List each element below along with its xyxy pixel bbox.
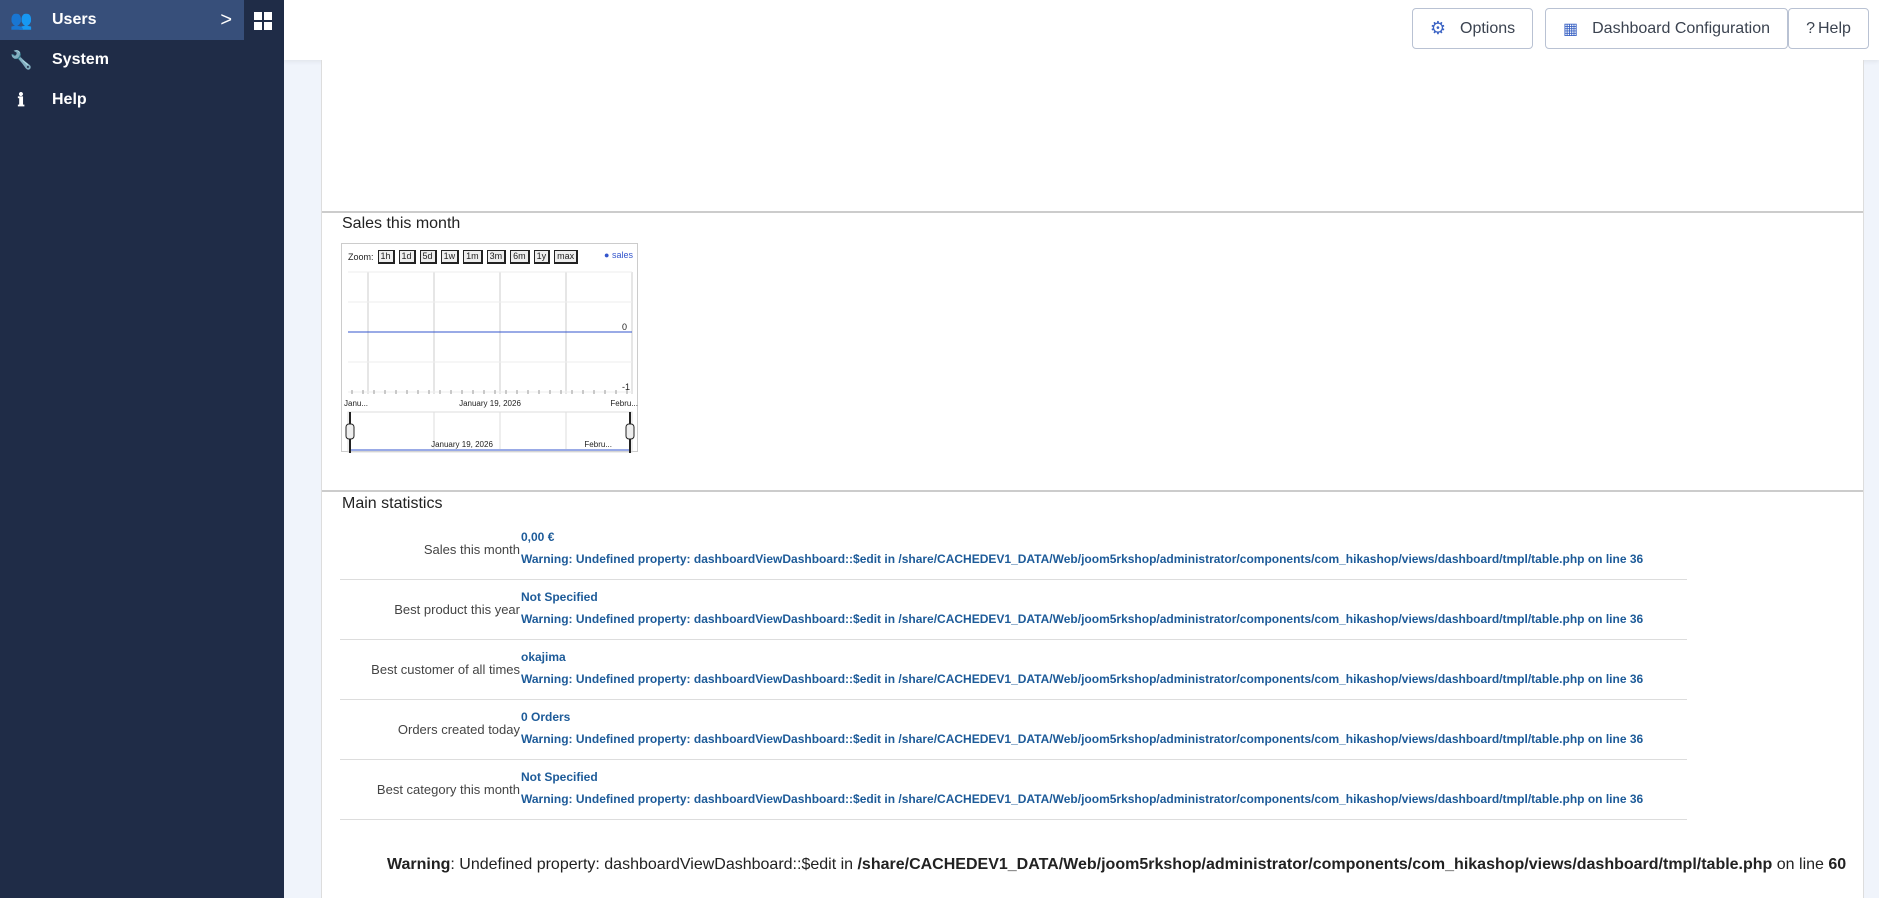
stat-row: Best customer of all times okajima Warning…	[340, 640, 1687, 700]
help-button[interactable]: ? Help	[1788, 8, 1869, 49]
chart-plot: 0 -1 Janu... January 19, 2026 Febru... Januar…	[344, 271, 638, 453]
section-title: Main statistics	[342, 495, 443, 512]
wrench-icon: 🔧	[10, 49, 33, 70]
x-tick-label: Janu...	[344, 399, 368, 408]
options-button[interactable]: ⚙ Options	[1412, 8, 1533, 49]
divider	[322, 490, 1863, 492]
stat-warning: Warning: Undefined property: dashboardVi…	[521, 732, 1644, 746]
sidebar-item-label: Users	[52, 11, 97, 28]
stat-warning: Warning: Undefined property: dashboardVi…	[521, 612, 1644, 626]
stat-label: Best product this year	[394, 602, 520, 617]
php-warning: Warning: Undefined property: dashboardVi…	[387, 856, 1847, 873]
stat-label: Best customer of all times	[371, 662, 520, 677]
stat-row: Best category this month Not Specified War…	[340, 760, 1687, 820]
stat-value: Not Specified	[521, 590, 598, 604]
section-title: Sales this month	[342, 215, 461, 232]
y-tick-label: 0	[622, 322, 627, 332]
stat-label: Orders created today	[397, 722, 520, 737]
dashboard-panel: Sales this month Zoom: 1h 1d 5d 1w 1m 3m 6m 1y m…	[321, 60, 1864, 898]
sidebar-item-users[interactable]: 👥 Users >	[0, 0, 244, 40]
stat-warning: Warning: Undefined property: dashboardVi…	[521, 552, 1644, 566]
chevron-right-icon[interactable]: >	[220, 9, 232, 32]
stat-warning: Warning: Undefined property: dashboardVi…	[521, 792, 1644, 806]
info-icon: ℹ	[17, 89, 25, 110]
sidebar-item-label: System	[52, 51, 109, 68]
stat-value: 0,00 €	[521, 530, 555, 544]
divider	[322, 211, 1863, 213]
navigator-handle[interactable]	[625, 423, 635, 440]
stat-value: okajima	[521, 650, 566, 664]
stat-label: Sales this month	[423, 542, 520, 557]
stat-row: Best product this year Not Specified Warni…	[340, 580, 1687, 640]
y-tick-label: -1	[622, 382, 630, 392]
dashboard-grid-icon[interactable]	[254, 12, 272, 30]
stat-label: Best category this month	[376, 782, 520, 797]
sales-chart: Zoom: 1h 1d 5d 1w 1m 3m 6m 1y max ● sales 0 -1 Jan…	[341, 243, 638, 453]
stat-warning: Warning: Undefined property: dashboardVi…	[521, 672, 1644, 686]
stat-value: Not Specified	[521, 770, 598, 784]
toolbar: ⚙ Options ▦ Dashboard Configuration ? He…	[284, 0, 1879, 60]
x-tick-label: Febru...	[610, 399, 638, 408]
gear-icon: ⚙	[1429, 18, 1446, 38]
stat-row: Sales this month 0,00 € Warning: Undefined…	[340, 520, 1687, 580]
sidebar-item-system[interactable]: 🔧 System	[0, 40, 284, 80]
sidebar-item-help[interactable]: ℹ Help	[0, 80, 284, 120]
stat-row: Orders created today 0 Orders Warning: Und…	[340, 700, 1687, 760]
nav-tick-label: Febru...	[584, 440, 612, 449]
table-icon: ▦	[1562, 20, 1579, 38]
nav-tick-label: January 19, 2026	[431, 440, 493, 449]
users-icon: 👥	[10, 9, 33, 30]
question-icon: ?	[1806, 19, 1815, 37]
dashboard-configuration-button[interactable]: ▦ Dashboard Configuration	[1545, 8, 1788, 49]
navigator-handle[interactable]	[345, 423, 355, 440]
stat-value: 0 Orders	[521, 710, 571, 724]
x-tick-label: January 19, 2026	[459, 399, 521, 408]
sidebar-item-label: Help	[52, 91, 87, 108]
sidebar: 👥 Users > 🔧 System ℹ Help	[0, 0, 284, 898]
